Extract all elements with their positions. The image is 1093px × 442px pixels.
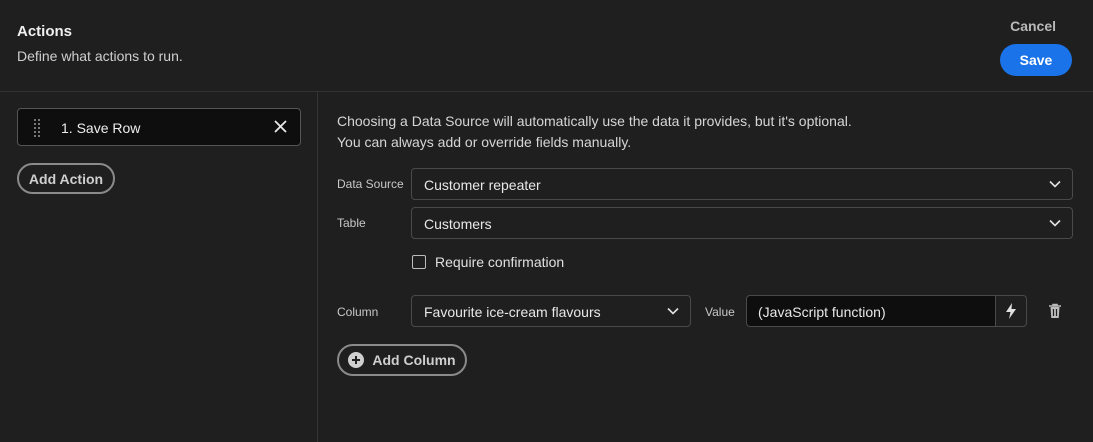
value-label: Value: [705, 305, 735, 319]
save-button[interactable]: Save: [1000, 44, 1072, 76]
binding-button[interactable]: [995, 295, 1027, 327]
close-icon[interactable]: [274, 120, 287, 133]
data-source-label: Data Source: [337, 177, 404, 191]
column-value: Favourite ice-cream flavours: [424, 304, 601, 320]
require-confirmation-label: Require confirmation: [435, 254, 565, 270]
value-input-text: (JavaScript function): [758, 304, 886, 320]
table-label: Table: [337, 216, 366, 230]
value-input[interactable]: (JavaScript function): [746, 295, 996, 327]
column-label: Column: [337, 305, 379, 319]
table-value: Customers: [424, 216, 492, 232]
trash-icon[interactable]: [1048, 303, 1062, 319]
modal-subtitle: Define what actions to run.: [17, 48, 183, 64]
require-confirmation-checkbox[interactable]: [412, 255, 426, 269]
column-select[interactable]: Favourite ice-cream flavours: [411, 295, 691, 327]
add-column-label: Add Column: [372, 352, 456, 368]
action-item-label: 1. Save Row: [61, 120, 141, 136]
action-settings-panel: Choosing a Data Source will automaticall…: [319, 92, 1093, 442]
drag-handle-icon[interactable]: [34, 119, 42, 137]
action-item[interactable]: 1. Save Row: [17, 108, 301, 146]
chevron-down-icon: [667, 307, 679, 315]
add-action-button[interactable]: Add Action: [17, 163, 115, 194]
plus-circle-icon: [348, 352, 365, 368]
chevron-down-icon: [1049, 219, 1061, 227]
chevron-down-icon: [1049, 180, 1061, 188]
data-source-value: Customer repeater: [424, 177, 541, 193]
cancel-button[interactable]: Cancel: [1010, 18, 1056, 34]
modal-header: Actions Define what actions to run. Canc…: [0, 0, 1093, 92]
lightning-bolt-icon: [1006, 303, 1016, 319]
data-source-select[interactable]: Customer repeater: [411, 168, 1073, 200]
table-select[interactable]: Customers: [411, 207, 1073, 239]
info-line: Choosing a Data Source will automaticall…: [337, 113, 852, 129]
data-source-info: Choosing a Data Source will automaticall…: [337, 111, 852, 153]
modal-title: Actions: [17, 23, 73, 40]
actions-list-panel: 1. Save Row Add Action: [0, 92, 318, 442]
info-line: You can always add or override fields ma…: [337, 134, 632, 150]
add-column-button[interactable]: Add Column: [337, 344, 467, 376]
